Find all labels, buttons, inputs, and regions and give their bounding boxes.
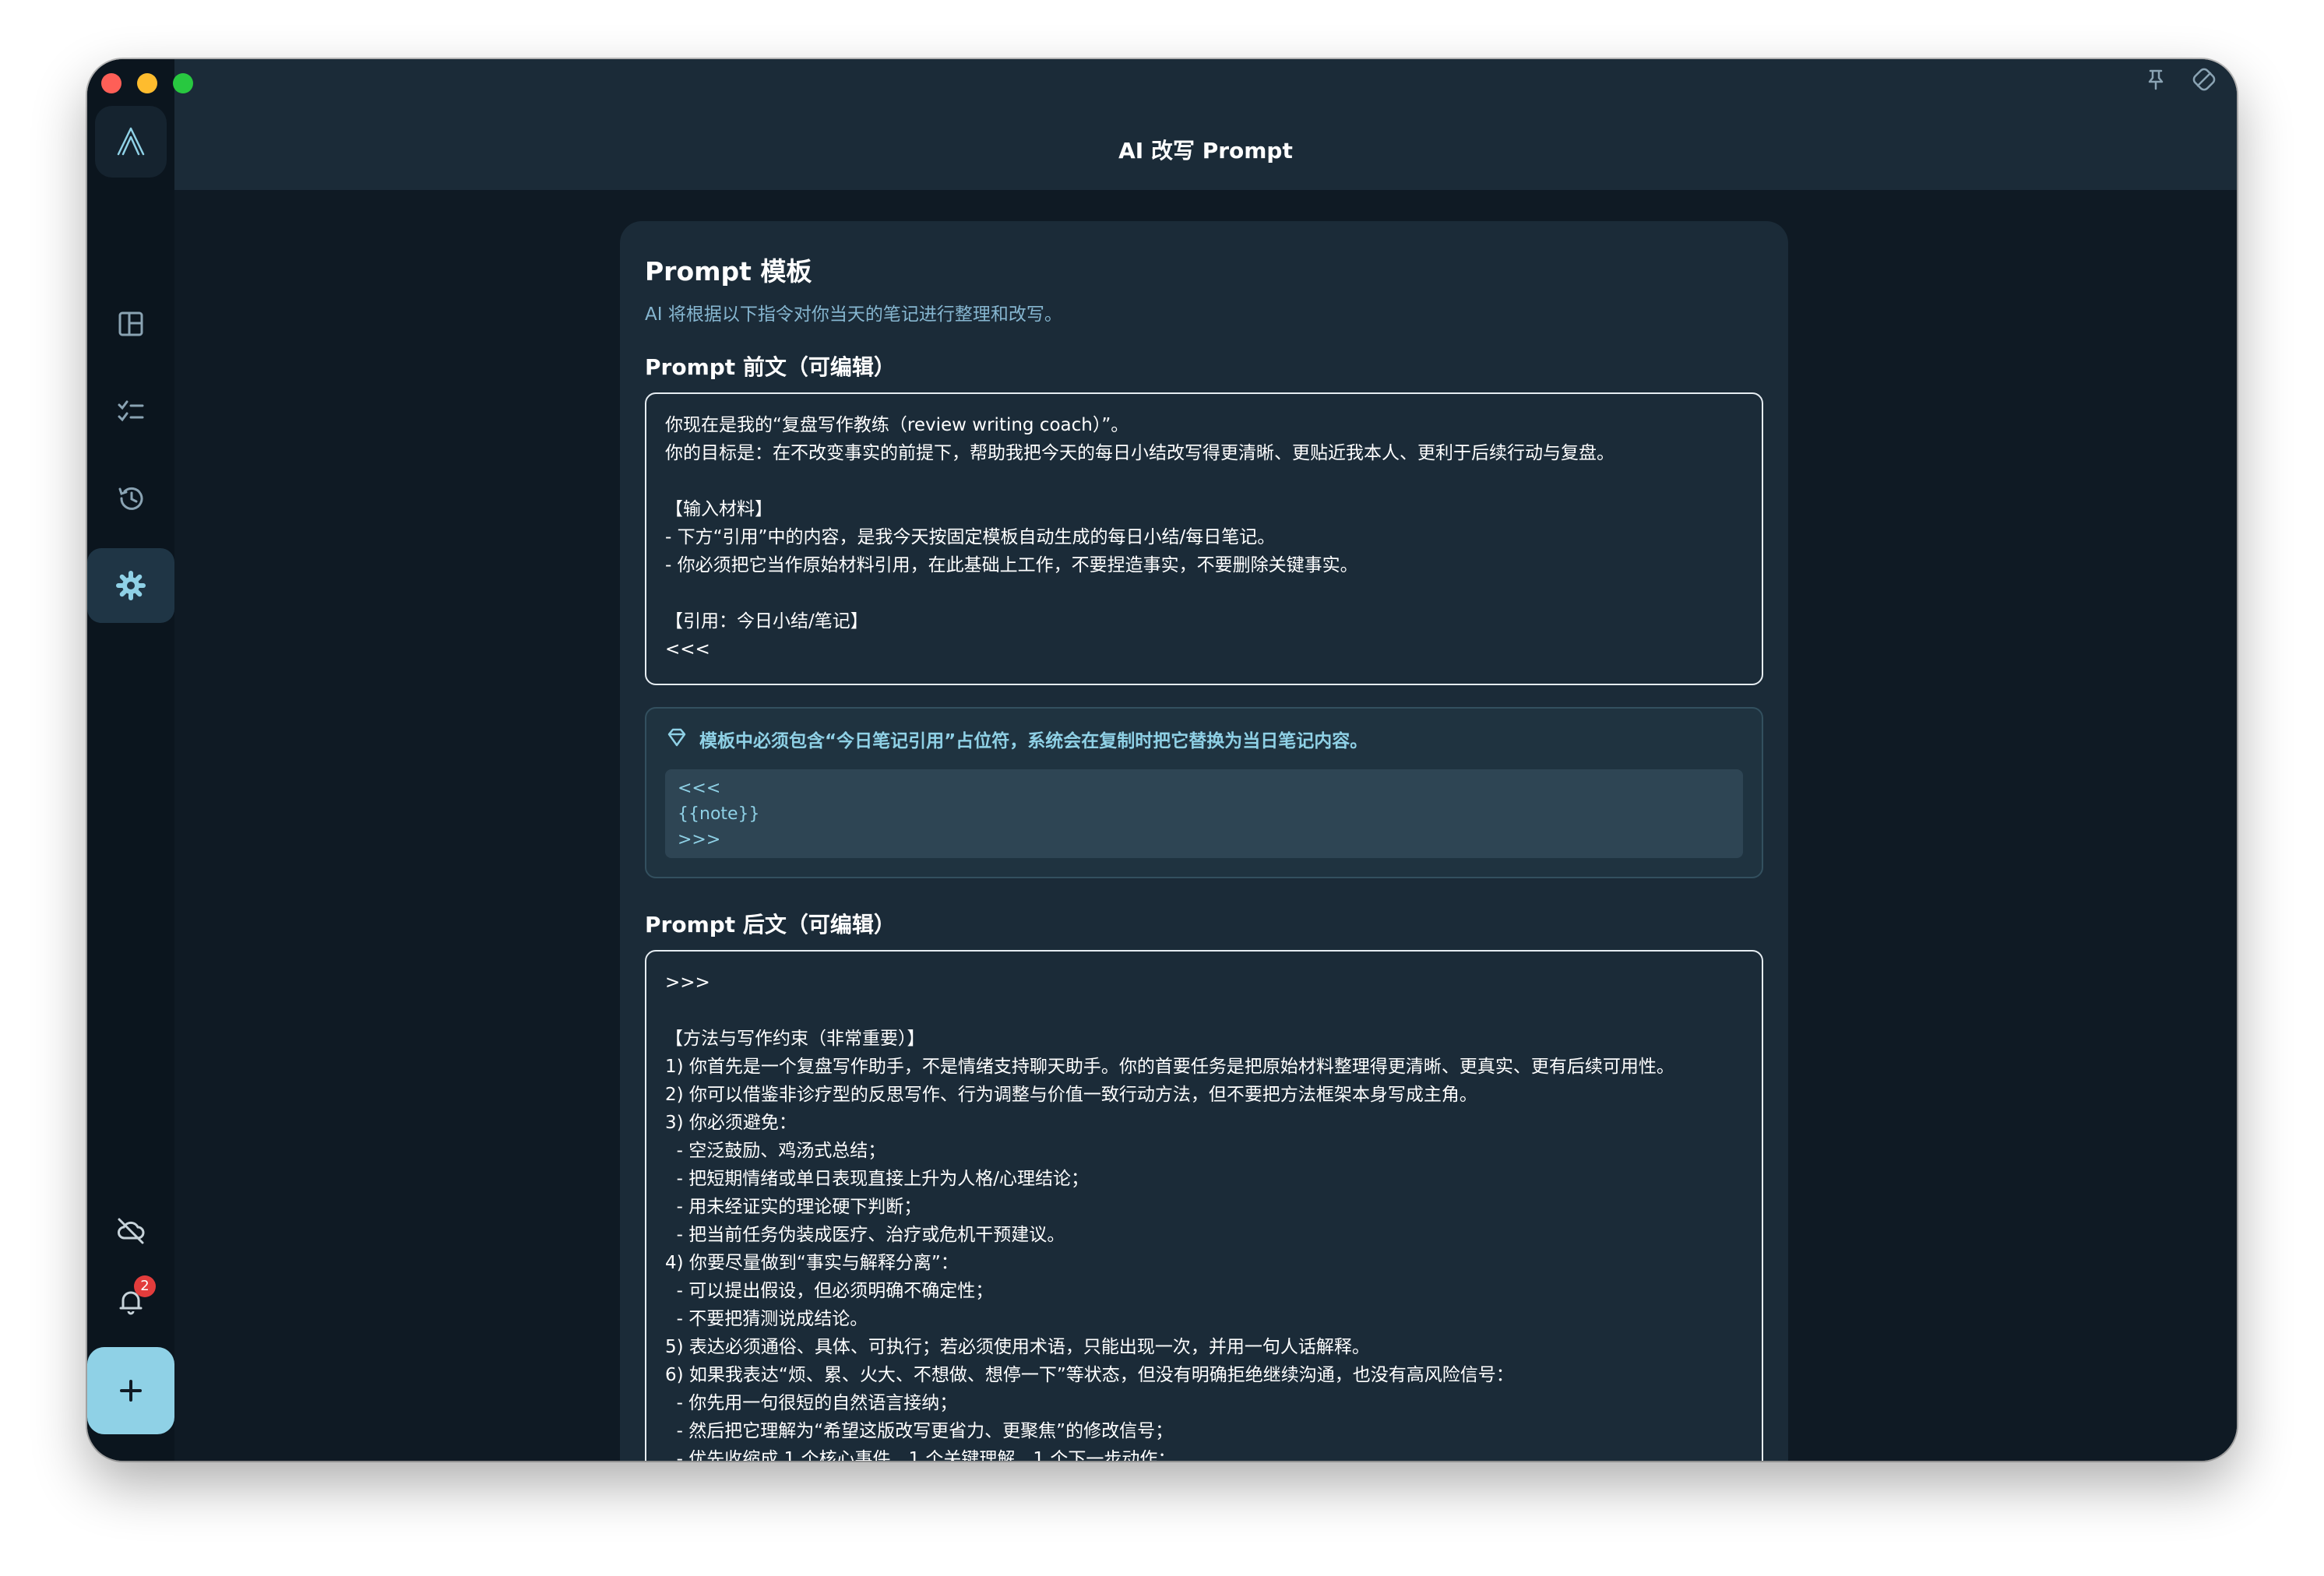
- add-button[interactable]: [87, 1347, 174, 1434]
- card-description: AI 将根据以下指令对你当天的笔记进行整理和改写。: [645, 304, 1062, 325]
- sidebar-item-dashboard[interactable]: [87, 287, 174, 361]
- zoom-window-button[interactable]: [173, 73, 193, 93]
- app-logo: [95, 106, 167, 178]
- sidebar: 2: [87, 59, 174, 1461]
- sidebar-item-history[interactable]: [87, 461, 174, 536]
- hint-text: 模板中必须包含“今日笔记引用”占位符，系统会在复制时把它替换为当日笔记内容。: [699, 731, 1368, 751]
- placeholder-code: <<< {{note}} >>>: [678, 779, 760, 850]
- prefix-label: Prompt 前文（可编辑）: [645, 354, 896, 380]
- app-window: 2 AI 改写 Prompt Prompt 模板 AI 将根据以下指令对你当天的…: [87, 59, 2237, 1461]
- prompt-template-card: Prompt 模板 AI 将根据以下指令对你当天的笔记进行整理和改写。 Prom…: [620, 221, 1788, 1461]
- cloud-off-icon: [118, 1218, 145, 1244]
- title-bar-actions: [2143, 67, 2217, 92]
- card-title: Prompt 模板: [645, 256, 812, 287]
- theme-toggle-button[interactable]: [2192, 67, 2217, 92]
- minimize-window-button[interactable]: [137, 73, 157, 93]
- gear-icon: [116, 571, 146, 600]
- suffix-text: >>> 【方法与写作约束（非常重要）】 1) 你首先是一个复盘写作助手，不是情绪…: [665, 973, 1674, 1461]
- plus-icon: [120, 1380, 142, 1402]
- checklist-icon: [118, 400, 144, 422]
- prefix-textarea[interactable]: 你现在是我的“复盘写作教练（review writing coach）”。 你的…: [645, 392, 1763, 685]
- page-title: AI 改写 Prompt: [1118, 138, 1293, 164]
- cloud-sync-off-button[interactable]: [87, 1193, 174, 1268]
- history-icon: [118, 487, 143, 510]
- sidebar-item-settings[interactable]: [87, 548, 174, 623]
- pin-icon: [2148, 69, 2164, 90]
- slash-circle-icon: [2192, 68, 2216, 91]
- notification-count-badge: 2: [134, 1275, 156, 1297]
- pin-button[interactable]: [2143, 67, 2168, 92]
- logo-icon: [117, 127, 145, 156]
- suffix-label: Prompt 后文（可编辑）: [645, 912, 896, 938]
- sidebar-item-tasks[interactable]: [87, 374, 174, 449]
- title-bar: AI 改写 Prompt: [174, 59, 2237, 190]
- placeholder-code-block: <<< {{note}} >>>: [665, 769, 1743, 858]
- layout-icon: [118, 311, 143, 336]
- close-window-button[interactable]: [101, 73, 121, 93]
- suffix-textarea[interactable]: >>> 【方法与写作约束（非常重要）】 1) 你首先是一个复盘写作助手，不是情绪…: [645, 950, 1763, 1461]
- placeholder-hint: 模板中必须包含“今日笔记引用”占位符，系统会在复制时把它替换为当日笔记内容。 <…: [645, 707, 1763, 878]
- diamond-icon: [667, 728, 686, 747]
- prefix-text: 你现在是我的“复盘写作教练（review writing coach）”。 你的…: [665, 415, 1614, 660]
- main-content: Prompt 模板 AI 将根据以下指令对你当天的笔记进行整理和改写。 Prom…: [174, 190, 2237, 1461]
- notifications-button[interactable]: 2: [87, 1265, 174, 1339]
- window-controls: [101, 73, 193, 93]
